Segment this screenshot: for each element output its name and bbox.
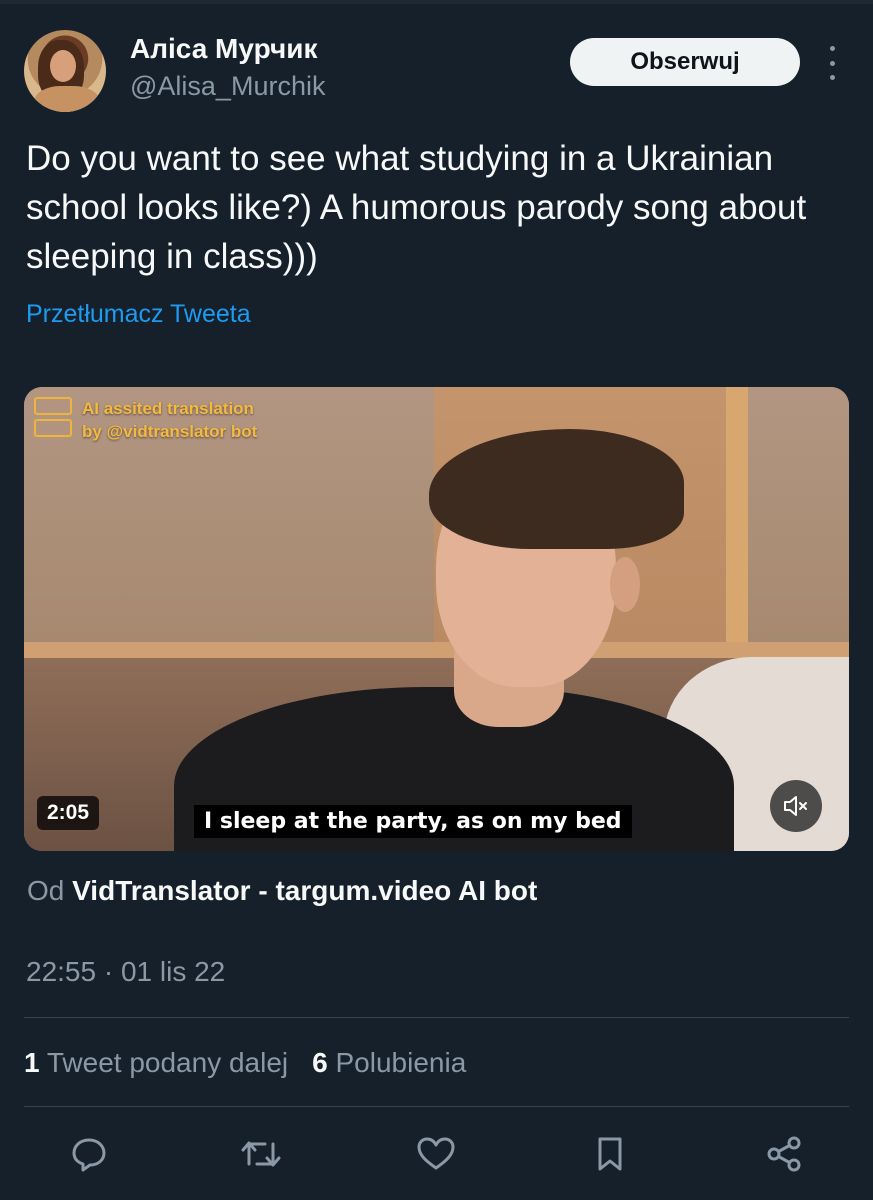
source-attribution: Od VidTranslator - targum.video AI bot bbox=[27, 875, 537, 907]
likes-label: Polubienia bbox=[335, 1047, 467, 1078]
video-watermark: AI assited translation by @vidtranslator… bbox=[34, 397, 257, 443]
retweets-stat[interactable]: 1 Tweet podany dalej bbox=[24, 1047, 288, 1079]
video-subtitle: I sleep at the party, as on my bed bbox=[194, 805, 632, 838]
video-duration: 2:05 bbox=[37, 796, 100, 830]
author-handle[interactable]: @Alisa_Murchik bbox=[130, 71, 325, 102]
source-prefix: Od bbox=[27, 875, 65, 906]
translation-logo-icon bbox=[34, 397, 72, 437]
engagement-stats: 1 Tweet podany dalej 6 Polubienia bbox=[24, 1047, 466, 1079]
retweets-label: Tweet podany dalej bbox=[46, 1047, 289, 1078]
author-display-name[interactable]: Аліса Мурчик bbox=[130, 33, 317, 65]
retweet-icon[interactable] bbox=[237, 1130, 285, 1178]
translate-tweet-link[interactable]: Przetłumacz Tweeta bbox=[26, 300, 251, 329]
avatar[interactable] bbox=[24, 30, 106, 112]
follow-button[interactable]: Obserwuj bbox=[570, 38, 800, 86]
tweet-timestamp[interactable]: 22:55 · 01 lis 22 bbox=[26, 956, 225, 988]
divider bbox=[24, 1106, 849, 1107]
reply-icon[interactable] bbox=[65, 1130, 113, 1178]
share-icon[interactable] bbox=[760, 1130, 808, 1178]
like-icon[interactable] bbox=[412, 1130, 460, 1178]
retweets-count: 1 bbox=[24, 1047, 40, 1078]
tweet-text: Do you want to see what studying in a Uk… bbox=[26, 139, 807, 276]
bookmark-icon[interactable] bbox=[586, 1130, 634, 1178]
watermark-line-1: AI assited translation bbox=[82, 399, 254, 418]
divider bbox=[24, 1017, 849, 1018]
watermark-line-2: by @vidtranslator bot bbox=[82, 422, 258, 441]
likes-stat[interactable]: 6 Polubienia bbox=[312, 1047, 466, 1079]
tweet-actions bbox=[0, 1130, 873, 1186]
more-icon[interactable] bbox=[822, 46, 842, 80]
top-divider bbox=[0, 0, 873, 4]
mute-icon[interactable] bbox=[770, 780, 822, 832]
likes-count: 6 bbox=[312, 1047, 328, 1078]
tweet-page: Аліса Мурчик @Alisa_Murchik Obserwuj Do … bbox=[0, 0, 873, 1200]
video-player[interactable]: AI assited translation by @vidtranslator… bbox=[24, 387, 849, 851]
source-name-link[interactable]: VidTranslator - targum.video AI bot bbox=[72, 875, 537, 906]
